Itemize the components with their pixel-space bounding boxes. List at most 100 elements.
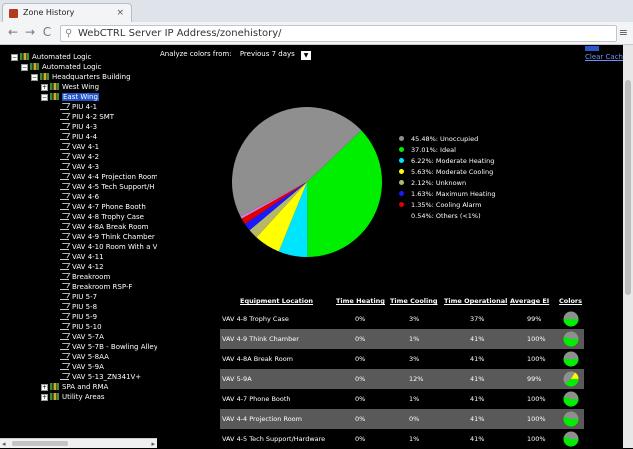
scroll-right-icon[interactable]: ▸	[151, 439, 155, 448]
logic-icon	[30, 63, 39, 70]
collapse-icon[interactable]: −	[21, 64, 28, 71]
tree-item-label: VAV 4-6	[72, 193, 100, 201]
tree-item[interactable]: PIU 4-1	[60, 102, 97, 112]
tab-close-icon[interactable]: ×	[116, 4, 124, 22]
tree-item[interactable]: − Headquarters Building	[31, 72, 131, 82]
col-time-operational[interactable]: Time Operational	[444, 297, 507, 305]
tree-item[interactable]: PIU 4-3	[60, 122, 97, 132]
range-select[interactable]: Previous 7 days	[240, 50, 295, 58]
tree-item[interactable]: VAV 4-1	[60, 142, 99, 152]
tree-item[interactable]: PIU 5-7	[60, 292, 97, 302]
tree-item[interactable]: PIU 5-8	[60, 302, 97, 312]
help-link[interactable]	[585, 46, 599, 51]
tree-item[interactable]: + SPA and RMA	[41, 382, 108, 392]
browser-menu-icon[interactable]: ≡	[619, 26, 628, 39]
collapse-icon[interactable]: −	[41, 94, 48, 101]
table-row[interactable]: VAV 4-7 Phone Booth 0% 1% 41% 100%	[220, 389, 584, 409]
tree-item[interactable]: VAV 4-5 Tech Support/H	[60, 182, 155, 192]
back-icon[interactable]: ←	[6, 25, 20, 39]
tree-item[interactable]: PIU 5-10	[60, 322, 102, 332]
tree-item[interactable]: − East Wing	[41, 92, 99, 102]
table-row[interactable]: VAV 4-5 Tech Support/Hardware 0% 1% 41% 100%	[220, 429, 584, 449]
tree-item[interactable]: VAV 5-13_ZN341V+	[60, 372, 141, 382]
cell-average-ei: 99%	[527, 315, 542, 323]
col-time-heating[interactable]: Time Heating	[336, 297, 385, 305]
cell-average-ei: 100%	[527, 395, 546, 403]
tree-item[interactable]: VAV 4-4 Projection Room	[60, 172, 157, 182]
table-row[interactable]: VAV 4-8 Trophy Case 0% 3% 37% 99%	[220, 309, 584, 329]
tree-item[interactable]: Breakroom RSP-F	[60, 282, 132, 292]
tree-item[interactable]: PIU 4-4	[60, 132, 97, 142]
col-time-cooling[interactable]: Time Cooling	[390, 297, 438, 305]
tree-item-label: VAV 5-8AA	[72, 353, 109, 361]
cell-time-heating: 0%	[355, 415, 366, 423]
collapse-icon[interactable]: −	[31, 74, 38, 81]
tree-item[interactable]: − Automated Logic	[21, 62, 101, 72]
device-icon	[60, 202, 69, 210]
analyze-label: Analyze colors from:	[160, 50, 232, 58]
tree-item-label: VAV 5-7A	[72, 333, 104, 341]
tab-zone-history[interactable]: Zone History ×	[2, 3, 132, 23]
clear-cache-link[interactable]: Clear Cache	[585, 53, 627, 61]
tree-item[interactable]: VAV 4-7 Phone Booth	[60, 202, 146, 212]
col-equipment-location[interactable]: Equipment Location	[240, 297, 313, 305]
reload-icon[interactable]: C	[40, 25, 54, 39]
tree-item[interactable]: VAV 4-8 Trophy Case	[60, 212, 144, 222]
device-icon	[60, 102, 69, 110]
collapse-icon[interactable]: −	[11, 54, 18, 61]
tree-item[interactable]: VAV 5-9A	[60, 362, 104, 372]
cell-average-ei: 100%	[527, 435, 546, 443]
legend-label: 2.12%: Unknown	[411, 179, 467, 187]
tree-horizontal-scrollbar[interactable]: ◂ ▸	[0, 438, 157, 448]
tree-item-label: Utility Areas	[62, 393, 105, 401]
tree-item[interactable]: VAV 4-9 Think Chamber	[60, 232, 155, 242]
device-icon	[60, 262, 69, 270]
col-colors[interactable]: Colors	[559, 297, 582, 305]
legend-label: 0.54%: Others (<1%)	[411, 212, 481, 220]
scroll-left-icon[interactable]: ◂	[2, 439, 6, 448]
scrollbar-thumb[interactable]	[625, 80, 631, 295]
tree-item[interactable]: VAV 4-12	[60, 262, 104, 272]
tree-item[interactable]: VAV 4-6	[60, 192, 99, 202]
cell-time-heating: 0%	[355, 435, 366, 443]
legend-swatch	[399, 158, 404, 163]
tree-item[interactable]: VAV 5-7B - Bowling Alley	[60, 342, 157, 352]
col-average-ei[interactable]: Average EI	[510, 297, 549, 305]
dropdown-arrow-icon[interactable]: ▼	[301, 51, 312, 60]
cell-average-ei: 100%	[527, 415, 546, 423]
expand-icon[interactable]: +	[41, 84, 48, 91]
tree-item[interactable]: + Utility Areas	[41, 392, 105, 402]
tree-item-label: PIU 5-9	[72, 313, 98, 321]
legend-entry: 5.63%: Moderate Cooling	[399, 167, 493, 178]
page-vertical-scrollbar[interactable]	[623, 45, 633, 448]
device-icon	[60, 122, 69, 130]
tree-item[interactable]: VAV 4-3	[60, 162, 99, 172]
tree-item[interactable]: VAV 4-10 Room With a V	[60, 242, 157, 252]
legend-label: 5.63%: Moderate Cooling	[411, 168, 494, 176]
scrollbar-thumb[interactable]	[12, 441, 68, 446]
address-bar[interactable]: ⚲ WebCTRL Server IP Address/zonehistory/	[60, 25, 617, 42]
tree-item[interactable]: VAV 4-11	[60, 252, 104, 262]
table-header: Equipment Location Time Heating Time Coo…	[220, 297, 584, 307]
tree-item[interactable]: − Automated Logic	[11, 52, 91, 62]
mini-pie-chart	[563, 431, 579, 447]
forward-icon[interactable]: →	[23, 25, 37, 39]
cell-time-operational: 41%	[470, 415, 485, 423]
expand-icon[interactable]: +	[41, 394, 48, 401]
tree-item[interactable]: Breakroom	[60, 272, 110, 282]
tree-item[interactable]: VAV 4-2	[60, 152, 99, 162]
tree-item[interactable]: PIU 5-9	[60, 312, 97, 322]
tree-item[interactable]: + West Wing	[41, 82, 99, 92]
table-row[interactable]: VAV 4-8A Break Room 0% 3% 41% 100%	[220, 349, 584, 369]
tree-item[interactable]: VAV 5-7A	[60, 332, 104, 342]
table-row[interactable]: VAV 4-9 Think Chamber 0% 1% 41% 100%	[220, 329, 584, 349]
tree-item[interactable]: VAV 4-8A Break Room	[60, 222, 148, 232]
table-row[interactable]: VAV 5-9A 0% 12% 41% 99%	[220, 369, 584, 389]
device-icon	[60, 252, 69, 260]
tree-item[interactable]: PIU 4-2 SMT	[60, 112, 114, 122]
cell-time-operational: 41%	[470, 355, 485, 363]
table-row[interactable]: VAV 4-4 Projection Room 0% 0% 41% 100%	[220, 409, 584, 429]
cell-time-cooling: 1%	[409, 335, 420, 343]
tree-item[interactable]: VAV 5-8AA	[60, 352, 109, 362]
expand-icon[interactable]: +	[41, 384, 48, 391]
